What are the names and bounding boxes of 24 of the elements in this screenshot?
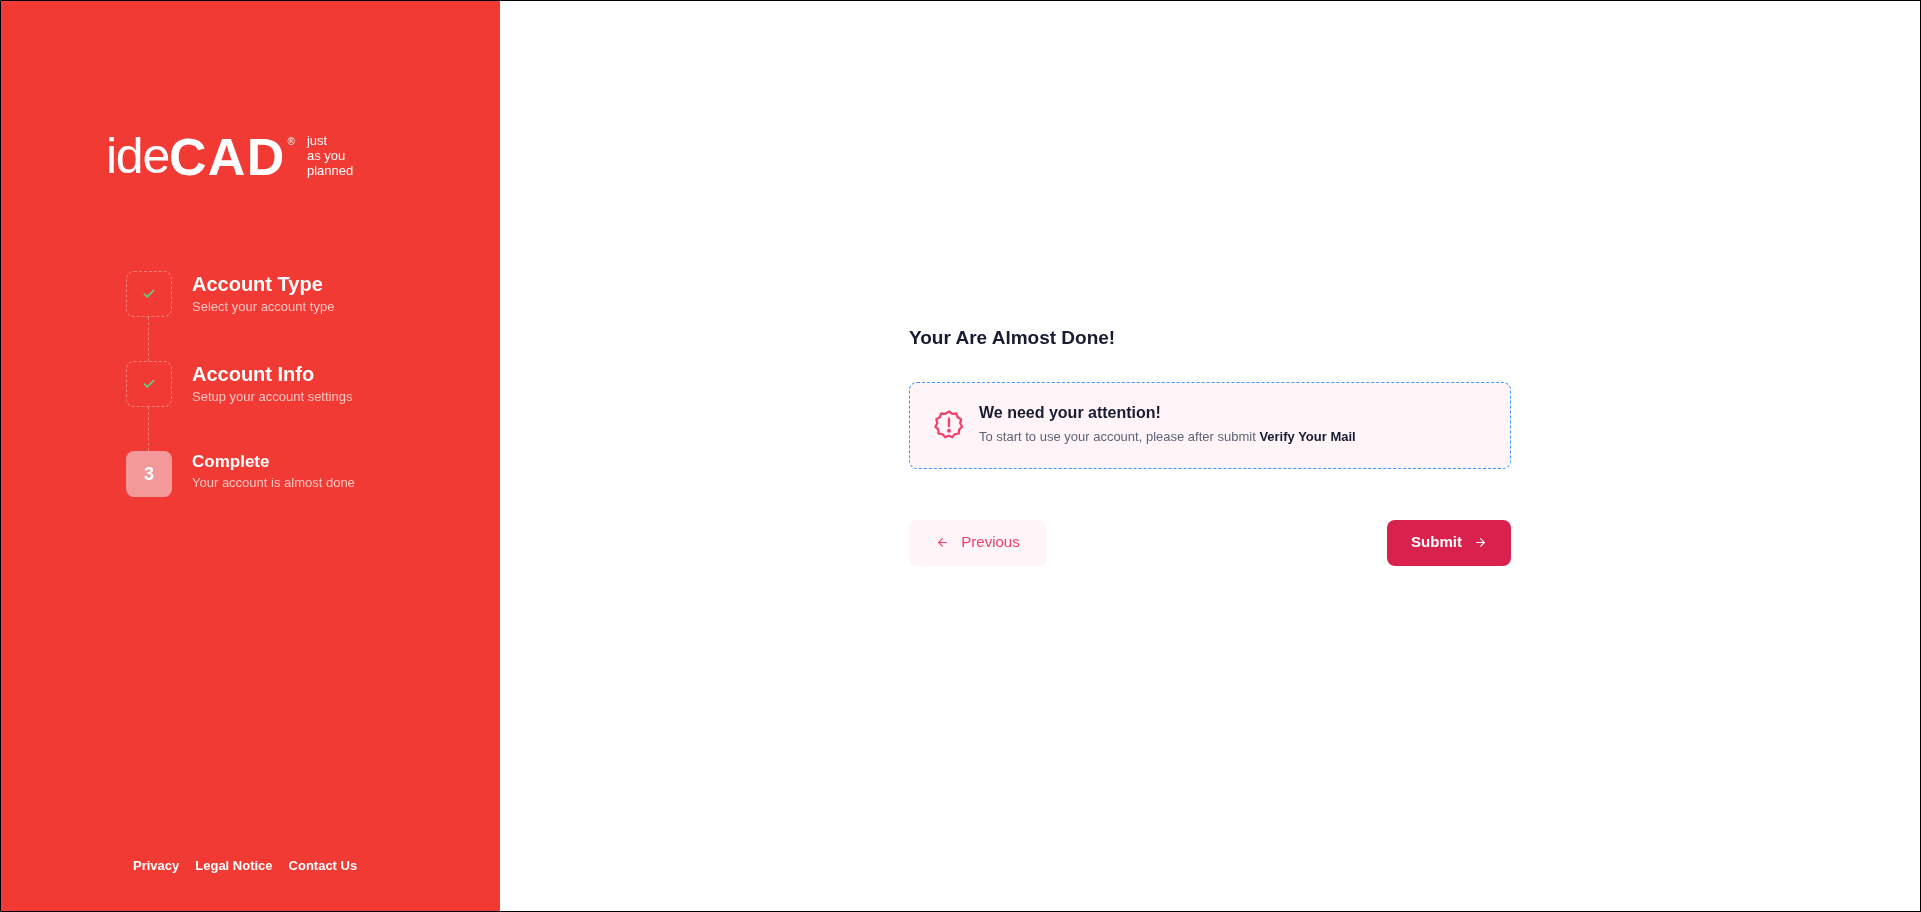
check-icon [142,377,156,391]
tagline-text: as you [306,148,347,163]
tagline-text: planned [306,163,354,178]
tagline-text: just [306,133,329,148]
footer-link[interactable]: Contact Us [288,855,358,875]
step-subtitle: Select your account type [192,298,335,316]
alert-message: To start to use your account, please after submit Verify Your Mail [979,428,1356,446]
check-icon [142,287,156,301]
footer-link[interactable]: Legal Notice [195,855,273,875]
page-heading: Your Are Almost Done! [909,326,1117,350]
previous-button[interactable]: Previous [909,519,1047,566]
arrow-left-icon [936,536,950,549]
submit-button[interactable]: Submit [1387,519,1511,566]
step-title: Account Type [192,272,324,297]
arrow-right-icon [1473,536,1487,549]
brand-logo: ideCAD® [106,131,295,183]
step-subtitle: Your account is almost done [192,474,355,492]
step-title: Account Info [192,362,316,387]
alert-title: We need your attention! [979,403,1162,423]
warning-icon [932,408,966,442]
footer-link[interactable]: Privacy [133,855,180,875]
step-subtitle: Setup your account settings [192,388,353,406]
step-number-box: 3 [126,451,172,497]
step-title: Complete [192,451,271,473]
